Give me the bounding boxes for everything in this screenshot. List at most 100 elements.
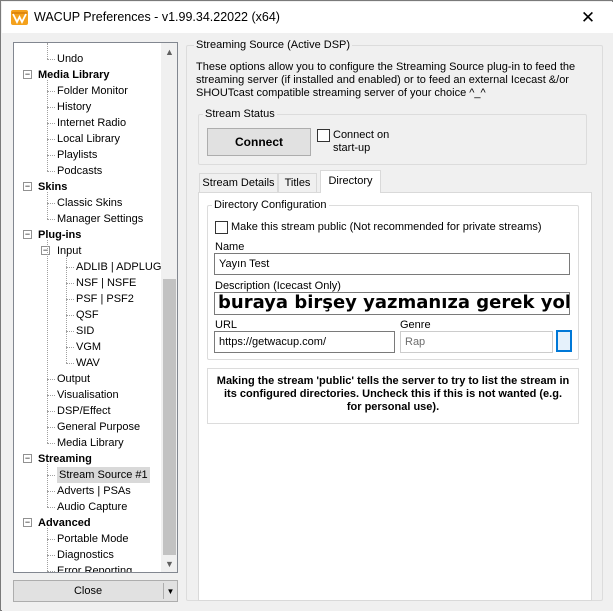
tree-item[interactable]: Plug-ins (38, 227, 81, 243)
tree-item[interactable]: Folder Monitor (57, 83, 128, 99)
tree-item[interactable]: Visualisation (57, 387, 119, 403)
tree-item[interactable]: SID (76, 323, 94, 339)
preferences-window: WACUP Preferences - v1.99.34.22022 (x64)… (0, 0, 613, 611)
tree-item-label: SID (76, 325, 95, 337)
tree-connector (66, 267, 74, 268)
tree-item-label: Internet Radio (57, 117, 127, 129)
tree-guide (47, 528, 48, 571)
tree-item[interactable]: Internet Radio (57, 115, 126, 131)
public-notice: Making the stream 'public' tells the ser… (207, 368, 579, 424)
tree-item-label: Classic Skins (57, 197, 123, 209)
tree-item-label: Media Library (38, 69, 110, 81)
collapse-icon[interactable]: − (23, 70, 32, 79)
directory-config-title: Directory Configuration (212, 199, 329, 211)
tree-item[interactable]: VGM (76, 339, 101, 355)
tree-connector (47, 427, 55, 428)
tree-item[interactable]: QSF (76, 307, 99, 323)
scroll-thumb[interactable] (163, 279, 176, 555)
collapse-icon[interactable]: − (41, 246, 50, 255)
tree-item[interactable]: Manager Settings (57, 211, 143, 227)
tree-connector (66, 331, 74, 332)
connect-on-startup-checkbox[interactable] (317, 129, 330, 142)
close-button[interactable]: Close ▼ (13, 580, 178, 602)
tab-titles[interactable]: Titles (278, 173, 317, 192)
description-field[interactable]: buraya birşey yazmanıza gerek yok. (214, 292, 570, 315)
collapse-icon[interactable]: − (23, 454, 32, 463)
genre-button[interactable] (556, 330, 572, 352)
tab-stream-details[interactable]: Stream Details (199, 173, 278, 192)
tree-scrollbar[interactable]: ▲ ▼ (161, 43, 177, 572)
window-title: WACUP Preferences - v1.99.34.22022 (x64) (34, 10, 280, 24)
tree-item[interactable]: Local Library (57, 131, 120, 147)
tree-item-label: ADLIB | ADPLUG (76, 261, 162, 273)
tree-connector (47, 395, 55, 396)
title-bar: WACUP Preferences - v1.99.34.22022 (x64)… (2, 2, 613, 33)
tree-item[interactable]: NSF | NSFE (76, 275, 136, 291)
collapse-icon[interactable]: − (23, 230, 32, 239)
tree-item[interactable]: History (57, 99, 91, 115)
preferences-tree[interactable]: Undo Media Library − Folder Monitor History I… (13, 42, 178, 573)
genre-field[interactable]: Rap (400, 331, 553, 353)
tab-directory[interactable]: Directory (320, 170, 381, 193)
tree-item-label: Input (57, 245, 82, 257)
window-close-button[interactable]: ✕ (565, 2, 611, 33)
tree-connector (66, 299, 74, 300)
tree-item[interactable]: Skins (38, 179, 67, 195)
collapse-icon[interactable]: − (23, 518, 32, 527)
tree-connector (47, 155, 55, 156)
tree-guide (47, 192, 48, 219)
tree-item[interactable]: General Purpose (57, 419, 140, 435)
chevron-down-icon[interactable]: ▼ (164, 581, 177, 601)
tree-connector (47, 475, 55, 476)
url-field[interactable]: https://getwacup.com/ (214, 331, 395, 353)
tree-item[interactable]: WAV (76, 355, 100, 371)
stream-status-title: Stream Status (203, 108, 277, 120)
collapse-icon[interactable]: − (23, 182, 32, 191)
tree-connector (47, 443, 55, 444)
make-public-checkbox[interactable] (215, 221, 228, 234)
tree-item-label: History (57, 101, 92, 113)
tree-item[interactable]: Portable Mode (57, 531, 129, 547)
tree-item[interactable]: DSP/Effect (57, 403, 111, 419)
tree-connector (66, 283, 74, 284)
tree-item[interactable]: Undo (57, 51, 83, 67)
tree-item[interactable]: Output (57, 371, 90, 387)
close-icon: ✕ (580, 7, 596, 27)
tree-item-label: Adverts | PSAs (57, 485, 131, 497)
scroll-up-icon[interactable]: ▲ (161, 43, 177, 60)
tree-item[interactable]: Podcasts (57, 163, 102, 179)
tree-item[interactable]: Media Library (38, 67, 110, 83)
tree-connector (47, 571, 55, 572)
name-field[interactable]: Yayın Test (214, 253, 570, 275)
connect-on-startup-label[interactable]: Connect on start-up (333, 129, 413, 155)
tree-item[interactable]: Classic Skins (57, 195, 122, 211)
tree-item-label: Visualisation (57, 389, 119, 401)
tree-connector (47, 411, 55, 412)
client-area: Undo Media Library − Folder Monitor History I… (2, 33, 613, 611)
tree-item[interactable]: Playlists (57, 147, 97, 163)
make-public-label[interactable]: Make this stream public (Not recommended… (231, 221, 542, 234)
tree-item-label: Skins (38, 181, 68, 193)
tree-item[interactable]: Error Reporting (57, 563, 133, 573)
scroll-down-icon[interactable]: ▼ (161, 555, 177, 572)
tree-item[interactable]: Advanced (38, 515, 91, 531)
tree-item[interactable]: Input (57, 243, 81, 259)
tree-item[interactable]: ADLIB | ADPLUG (76, 259, 161, 275)
tree-connector (47, 91, 55, 92)
tree-item[interactable]: Diagnostics (57, 547, 114, 563)
connect-button[interactable]: Connect (207, 128, 311, 156)
tree-item-label: Audio Capture (57, 501, 128, 513)
tree-connector (66, 315, 74, 316)
tree-item[interactable]: Audio Capture (57, 499, 127, 515)
tree-guide (47, 464, 48, 507)
tree-item[interactable]: PSF | PSF2 (76, 291, 134, 307)
description-label: Description (Icecast Only) (215, 280, 341, 292)
url-label: URL (215, 319, 238, 331)
tree-item-label: Error Reporting (57, 565, 133, 573)
tree-item-label: Local Library (57, 133, 120, 145)
tree-item[interactable]: Media Library (57, 435, 124, 451)
tree-item[interactable]: Stream Source #1 (57, 467, 150, 483)
tree-connector (47, 203, 55, 204)
name-label: Name (215, 241, 245, 253)
tree-item[interactable]: Adverts | PSAs (57, 483, 131, 499)
